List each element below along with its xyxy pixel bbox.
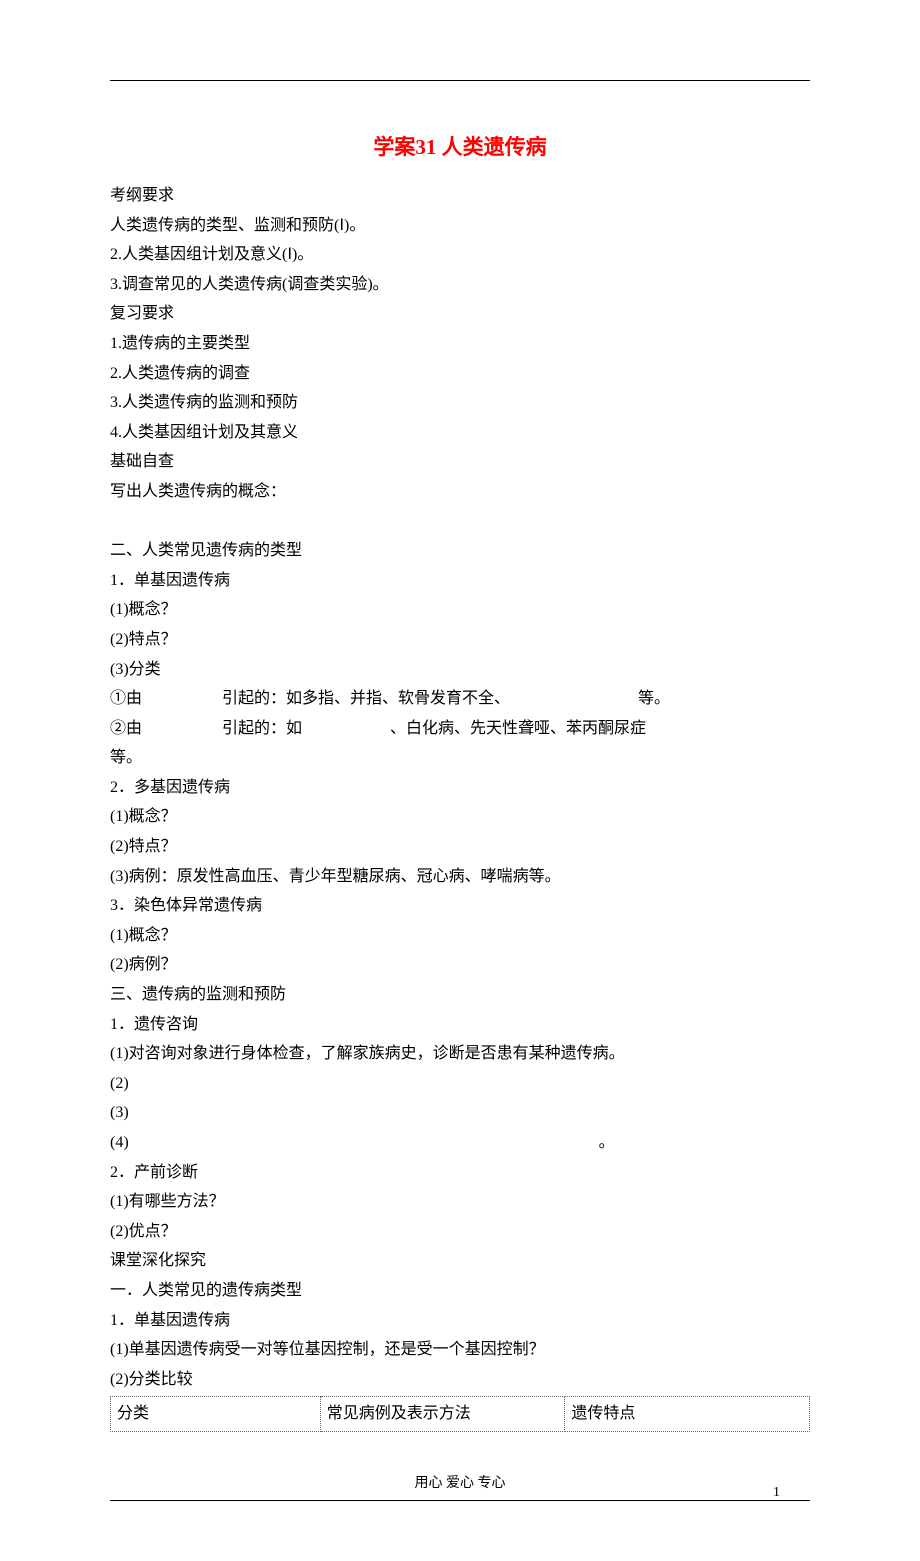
table-header-examples: 常见病例及表示方法 [320, 1397, 565, 1432]
sec2-s2-q3: (3)病例：原发性高血压、青少年型糖尿病、冠心病、哮喘病等。 [110, 862, 810, 892]
kgyq-heading: 考纲要求 [110, 181, 810, 211]
sec2-s1-c1a: ①由 [110, 690, 142, 707]
sec2-heading: 二、人类常见遗传病的类型 [110, 536, 810, 566]
jczc-line: 写出人类遗传病的概念： [110, 477, 810, 507]
sec2-s1-q1: (1)概念？ [110, 595, 810, 625]
sec3-s1-q4: (4) 。 [110, 1128, 810, 1158]
sec3-s1-q3: (3) [110, 1098, 810, 1128]
ktsh-s1-title: 1．单基因遗传病 [110, 1306, 810, 1336]
table-header-category: 分类 [111, 1397, 321, 1432]
fxyq-item-4: 4.人类基因组计划及其意义 [110, 418, 810, 448]
table-header-features: 遗传特点 [565, 1397, 810, 1432]
kgyq-item-1: 人类遗传病的类型、监测和预防(Ⅰ)。 [110, 211, 810, 241]
sec3-s2-q1: (1)有哪些方法？ [110, 1187, 810, 1217]
sec2-s1-c1b: 引起的：如多指、并指、软骨发育不全、 [222, 690, 510, 707]
sec3-s2-q2: (2)优点？ [110, 1217, 810, 1247]
document-body: 考纲要求 人类遗传病的类型、监测和预防(Ⅰ)。 2.人类基因组计划及意义(Ⅰ)。… [110, 181, 810, 1432]
ktsh-t1: 一．人类常见的遗传病类型 [110, 1276, 810, 1306]
sec2-s1-c2b: 引起的：如 [222, 720, 302, 737]
sec2-s2-q1: (1)概念？ [110, 802, 810, 832]
jczc-heading: 基础自查 [110, 447, 810, 477]
sec2-s3-q2: (2)病例？ [110, 950, 810, 980]
fxyq-item-1: 1.遗传病的主要类型 [110, 329, 810, 359]
sec3-heading: 三、遗传病的监测和预防 [110, 980, 810, 1010]
fxyq-item-2: 2.人类遗传病的调查 [110, 359, 810, 389]
sec3-s1-title: 1．遗传咨询 [110, 1010, 810, 1040]
ktsh-s1-q1: (1)单基因遗传病受一对等位基因控制，还是受一个基因控制？ [110, 1335, 810, 1365]
ktsh-heading: 课堂深化探究 [110, 1246, 810, 1276]
comparison-table: 分类 常见病例及表示方法 遗传特点 [110, 1396, 810, 1432]
page-number: 1 [773, 1485, 780, 1501]
sec2-s2-q2: (2)特点？ [110, 832, 810, 862]
kgyq-item-2: 2.人类基因组计划及意义(Ⅰ)。 [110, 240, 810, 270]
sec2-s1-c2-line1: ②由 引起的：如 、白化病、先天性聋哑、苯丙酮尿症 [110, 714, 810, 744]
page-footer: 用心 爱心 专心 [110, 1472, 810, 1501]
fxyq-item-3: 3.人类遗传病的监测和预防 [110, 388, 810, 418]
blank-line [110, 507, 810, 537]
sec2-s1-q2: (2)特点？ [110, 625, 810, 655]
sec2-s3-q1: (1)概念？ [110, 921, 810, 951]
sec3-s1-q4a: (4) [110, 1134, 129, 1151]
sec2-s1-c2a: ②由 [110, 720, 142, 737]
sec3-s1-q2: (2) [110, 1069, 810, 1099]
bottom-horizontal-rule [110, 1500, 810, 1501]
sec2-s1-c1: ①由 引起的：如多指、并指、软骨发育不全、 等。 [110, 684, 810, 714]
lesson-title: 学案31 人类遗传病 [110, 131, 810, 161]
sec2-s1-c1c: 等。 [638, 690, 670, 707]
sec2-s1-q3: (3)分类 [110, 655, 810, 685]
sec3-s1-q4b: 。 [599, 1134, 615, 1151]
ktsh-s1-q2: (2)分类比较 [110, 1365, 810, 1395]
sec3-s1-q1: (1)对咨询对象进行身体检查，了解家族病史，诊断是否患有某种遗传病。 [110, 1039, 810, 1069]
sec2-s3-title: 3．染色体异常遗传病 [110, 891, 810, 921]
footer-text: 用心 爱心 专心 [415, 1476, 506, 1491]
sec2-s2-title: 2．多基因遗传病 [110, 773, 810, 803]
kgyq-item-3: 3.调查常见的人类遗传病(调查类实验)。 [110, 270, 810, 300]
sec2-s1-c2c: 、白化病、先天性聋哑、苯丙酮尿症 [390, 720, 646, 737]
top-horizontal-rule [110, 80, 810, 81]
sec3-s2-title: 2．产前诊断 [110, 1158, 810, 1188]
fxyq-heading: 复习要求 [110, 299, 810, 329]
sec2-s1-title: 1．单基因遗传病 [110, 566, 810, 596]
table-row: 分类 常见病例及表示方法 遗传特点 [111, 1397, 810, 1432]
sec2-s1-c2-line2: 等。 [110, 743, 810, 773]
